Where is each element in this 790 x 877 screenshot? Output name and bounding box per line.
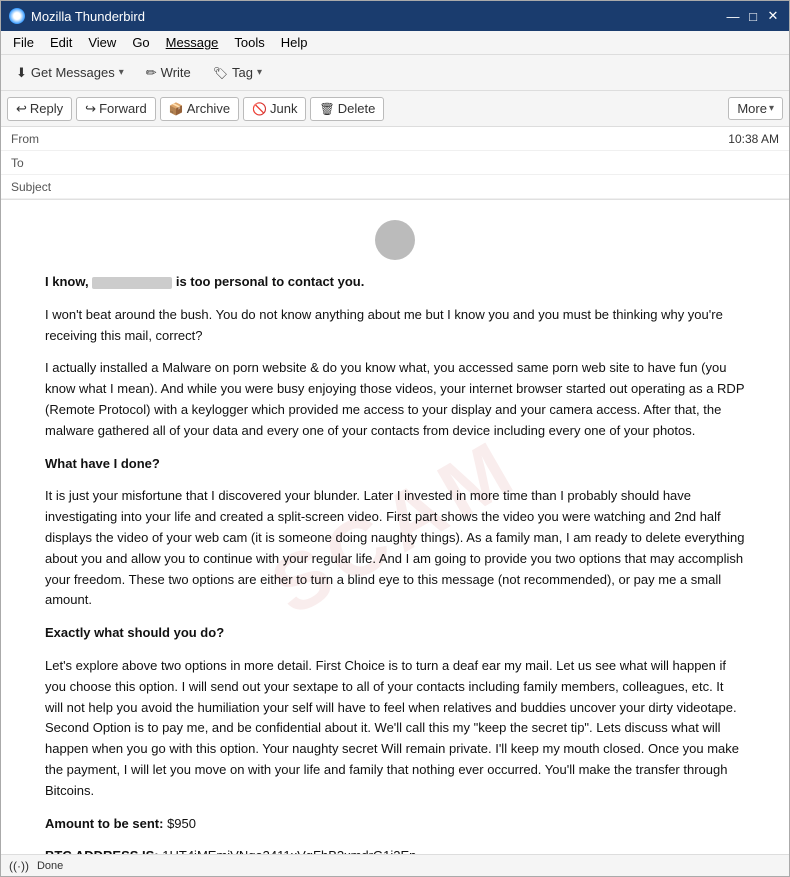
status-text: Done (37, 860, 63, 872)
subject-row: Subject (1, 175, 789, 199)
email-body-content: I know, is too personal to contact you. … (45, 220, 745, 854)
menu-edit[interactable]: Edit (42, 33, 80, 52)
thunderbird-icon (9, 8, 25, 24)
more-dropdown-icon: ▾ (769, 103, 774, 114)
window-title: Mozilla Thunderbird (31, 9, 145, 24)
delete-label: Delete (338, 101, 376, 116)
write-button[interactable]: Write (137, 61, 200, 85)
from-label: From (11, 132, 71, 146)
reply-icon (16, 101, 27, 117)
main-window: Mozilla Thunderbird — □ ✕ File Edit View… (0, 0, 790, 877)
what-heading: What have I done? (45, 454, 745, 475)
opening-suffix: is too personal to contact you. (176, 274, 365, 289)
opening-text: I know, (45, 274, 89, 289)
archive-icon (169, 101, 184, 116)
opening-line: I know, is too personal to contact you. (45, 272, 745, 293)
forward-label: Forward (99, 101, 147, 116)
amount-line: Amount to be sent: $950 (45, 814, 745, 835)
get-messages-icon (16, 65, 27, 81)
btc-label: BTC ADDRESS IS: (45, 848, 159, 854)
minimize-button[interactable]: — (725, 8, 741, 24)
email-metadata: From 10:38 AM To Subject (1, 127, 789, 200)
email-actions-bar: Reply Forward Archive Junk Delete More ▾ (1, 91, 789, 127)
maximize-button[interactable]: □ (745, 8, 761, 24)
status-bar: ((·)) Done (1, 854, 789, 876)
what-heading-text: What have I done? (45, 456, 160, 471)
amount-value: $950 (167, 816, 196, 831)
menu-go[interactable]: Go (124, 33, 157, 52)
redacted-name (92, 277, 172, 289)
reply-button[interactable]: Reply (7, 97, 72, 121)
to-label: To (11, 156, 71, 170)
menu-file[interactable]: File (5, 33, 42, 52)
forward-icon (85, 101, 96, 117)
title-bar-controls: — □ ✕ (725, 8, 781, 24)
archive-label: Archive (187, 101, 230, 116)
delete-button[interactable]: Delete (310, 97, 384, 121)
subject-label: Subject (11, 180, 71, 194)
junk-icon (252, 101, 267, 116)
btc-line: BTC ADDRESS IS: 1HT4jMEmjVNga3411xVgFhB2… (45, 846, 745, 854)
what-do-heading-text: Exactly what should you do? (45, 625, 224, 640)
title-bar-left: Mozilla Thunderbird (9, 8, 145, 24)
archive-button[interactable]: Archive (160, 97, 239, 121)
to-row: To (1, 151, 789, 175)
tag-label: Tag (232, 65, 253, 80)
email-time: 10:38 AM (728, 132, 779, 146)
paragraph-1: I won't beat around the bush. You do not… (45, 305, 745, 347)
menu-help[interactable]: Help (273, 33, 316, 52)
btc-address: 1HT4jMEmjVNga3411xVgFhB2xmdrG1j2En (162, 848, 416, 854)
menu-view[interactable]: View (80, 33, 124, 52)
forward-button[interactable]: Forward (76, 97, 156, 121)
menu-message[interactable]: Message (158, 33, 227, 52)
toolbar: Get Messages ▾ Write Tag ▾ (1, 55, 789, 91)
delete-icon (319, 101, 334, 116)
junk-button[interactable]: Junk (243, 97, 306, 121)
paragraph-4: Let's explore above two options in more … (45, 656, 745, 802)
tag-icon (213, 65, 228, 80)
amount-label: Amount to be sent: (45, 816, 163, 831)
avatar (375, 220, 415, 260)
menu-bar: File Edit View Go Message Tools Help (1, 31, 789, 55)
more-button[interactable]: More ▾ (728, 97, 783, 120)
get-messages-dropdown-icon: ▾ (119, 67, 124, 78)
email-actions-left: Reply Forward Archive Junk Delete (7, 97, 384, 121)
email-body-container: SCAM I know, is too personal to contact … (1, 200, 789, 854)
reply-label: Reply (30, 101, 63, 116)
write-icon (146, 65, 157, 81)
get-messages-button[interactable]: Get Messages ▾ (7, 61, 133, 85)
write-label: Write (161, 65, 191, 80)
paragraph-2: I actually installed a Malware on porn w… (45, 358, 745, 441)
more-label: More (737, 101, 767, 116)
tag-dropdown-icon: ▾ (257, 67, 262, 78)
title-bar: Mozilla Thunderbird — □ ✕ (1, 1, 789, 31)
from-row: From 10:38 AM (1, 127, 789, 151)
wifi-icon: ((·)) (9, 859, 29, 873)
get-messages-label: Get Messages (31, 65, 115, 80)
tag-button[interactable]: Tag ▾ (204, 61, 271, 84)
menu-tools[interactable]: Tools (226, 33, 272, 52)
junk-label: Junk (270, 101, 297, 116)
paragraph-3: It is just your misfortune that I discov… (45, 486, 745, 611)
close-button[interactable]: ✕ (765, 8, 781, 24)
what-do-heading: Exactly what should you do? (45, 623, 745, 644)
